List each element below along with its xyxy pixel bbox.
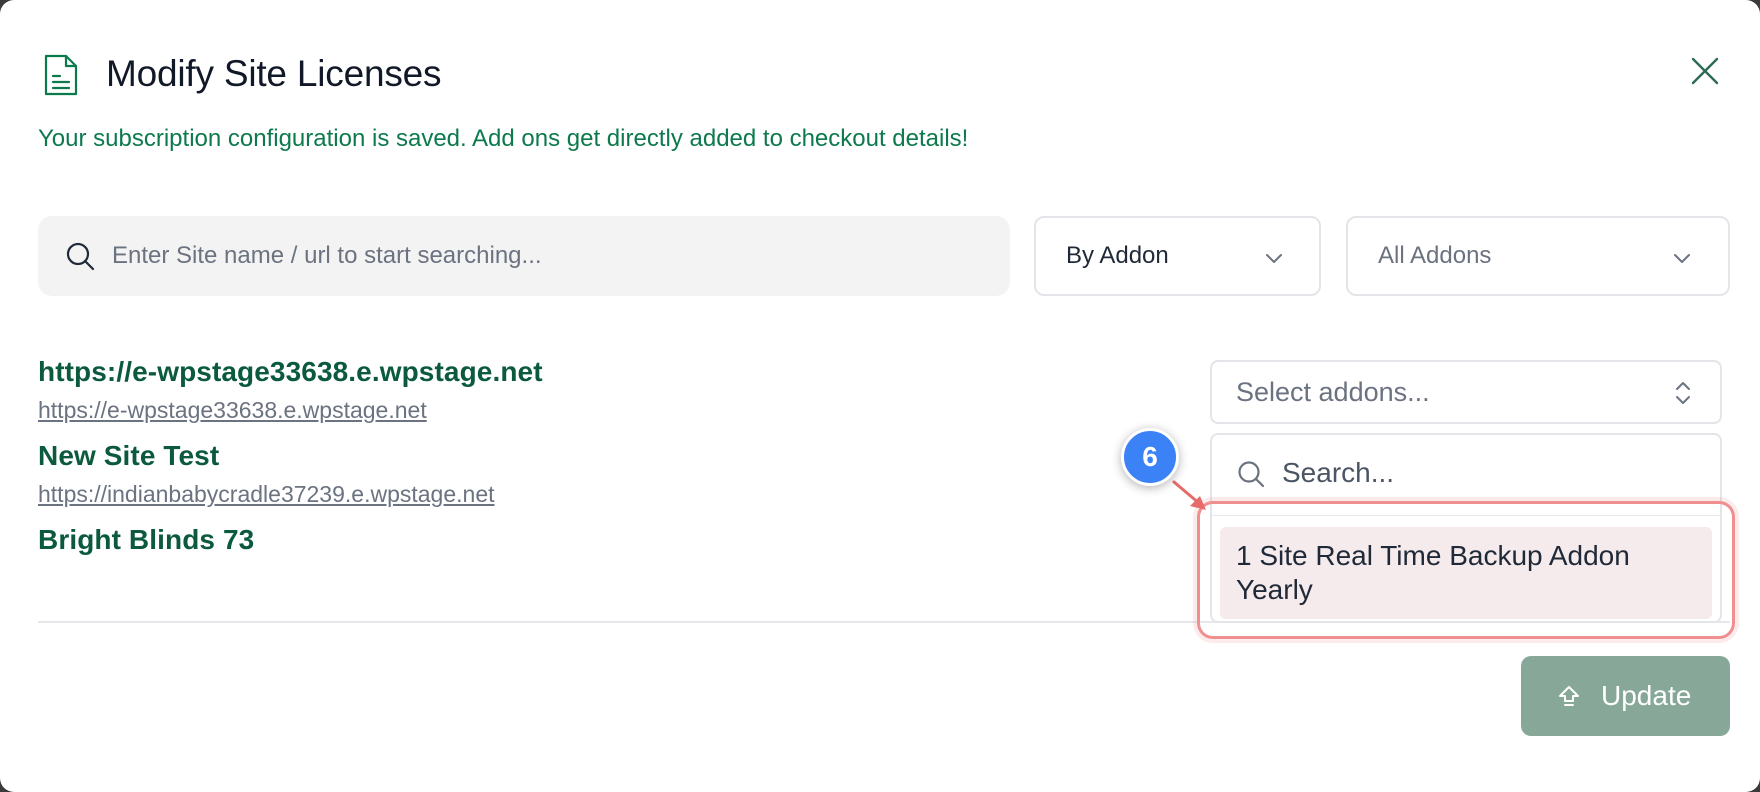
filter-by-value: By Addon xyxy=(1066,242,1169,269)
update-button[interactable]: Update xyxy=(1521,656,1730,736)
site-search xyxy=(38,216,1010,296)
chevron-down-icon xyxy=(1674,254,1690,263)
document-icon xyxy=(44,54,78,96)
addon-search-input[interactable] xyxy=(1282,443,1702,503)
select-addons-placeholder: Select addons... xyxy=(1236,377,1430,407)
modal-title: Modify Site Licenses xyxy=(106,53,442,94)
chevron-updown-icon xyxy=(1676,382,1690,404)
search-icon xyxy=(1238,461,1265,488)
addon-dropdown: 1 Site Real Time Backup Addon Yearly xyxy=(1210,433,1722,623)
addon-option[interactable]: 1 Site Real Time Backup Addon Yearly xyxy=(1220,527,1712,619)
site-url-link[interactable]: https://e-wpstage33638.e.wpstage.net xyxy=(38,395,427,425)
site-search-input[interactable] xyxy=(112,216,992,296)
site-list: https://e-wpstage33638.e.wpstage.net htt… xyxy=(38,355,938,560)
filter-by-select[interactable]: By Addon xyxy=(1034,216,1321,296)
modify-site-licenses-modal: Modify Site Licenses Your subscription c… xyxy=(0,0,1760,792)
search-icon xyxy=(66,242,95,271)
site-item: Bright Blinds 73 xyxy=(38,523,938,557)
select-addons-combobox[interactable]: Select addons... xyxy=(1210,360,1722,424)
upload-arrow-icon xyxy=(1559,686,1579,706)
dropdown-separator xyxy=(1212,515,1720,516)
addon-filter-select[interactable]: All Addons xyxy=(1346,216,1730,296)
site-item: New Site Test https://indianbabycradle37… xyxy=(38,439,938,509)
update-button-label: Update xyxy=(1601,680,1692,711)
site-name: Bright Blinds 73 xyxy=(38,524,255,555)
site-name: New Site Test xyxy=(38,440,220,471)
step-badge: 6 xyxy=(1121,428,1179,486)
site-name: https://e-wpstage33638.e.wpstage.net xyxy=(38,356,543,387)
site-url-link[interactable]: https://indianbabycradle37239.e.wpstage.… xyxy=(38,479,495,509)
site-item: https://e-wpstage33638.e.wpstage.net htt… xyxy=(38,355,938,425)
saved-notice: Your subscription configuration is saved… xyxy=(38,125,969,152)
addon-filter-value: All Addons xyxy=(1378,242,1492,269)
chevron-down-icon xyxy=(1266,254,1282,263)
close-icon[interactable] xyxy=(1688,54,1722,88)
